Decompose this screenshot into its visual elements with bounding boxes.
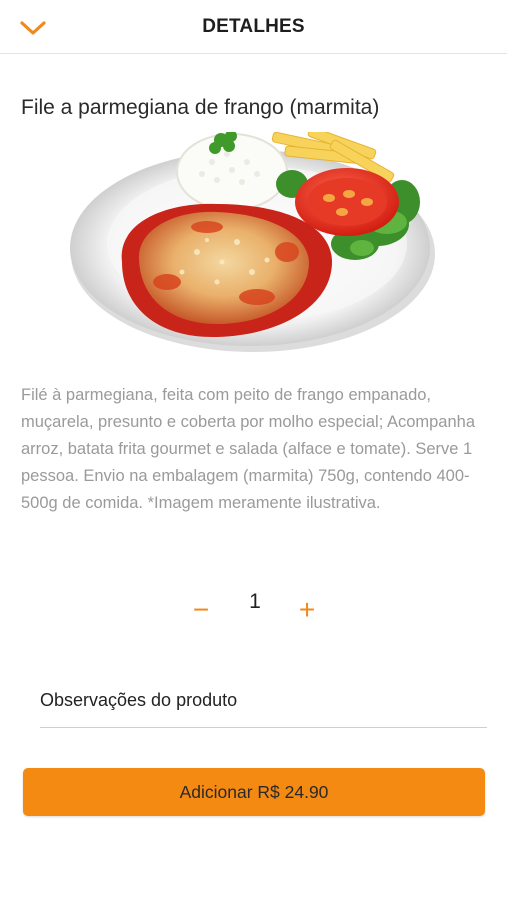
minus-icon: − [192, 594, 210, 625]
increase-quantity-button[interactable]: + [289, 592, 325, 628]
product-description: Filé à parmegiana, feita com peito de fr… [21, 386, 476, 512]
add-to-cart-button[interactable]: Adicionar R$ 24.90 [23, 768, 485, 816]
product-name: File a parmegiana de frango (marmita) [21, 96, 380, 119]
observations-input[interactable] [40, 680, 487, 720]
product-details-screen: DETALHES File a parmegiana de frango (ma… [0, 0, 507, 900]
add-to-cart-label: Adicionar R$ 24.90 [179, 781, 329, 802]
decrease-quantity-button[interactable]: − [183, 592, 219, 628]
product-image [70, 132, 435, 352]
plus-icon: + [298, 594, 316, 625]
header: DETALHES [0, 0, 507, 54]
quantity-value: 1 [249, 590, 261, 613]
page-title: DETALHES [202, 16, 305, 37]
observations-field [40, 680, 487, 728]
